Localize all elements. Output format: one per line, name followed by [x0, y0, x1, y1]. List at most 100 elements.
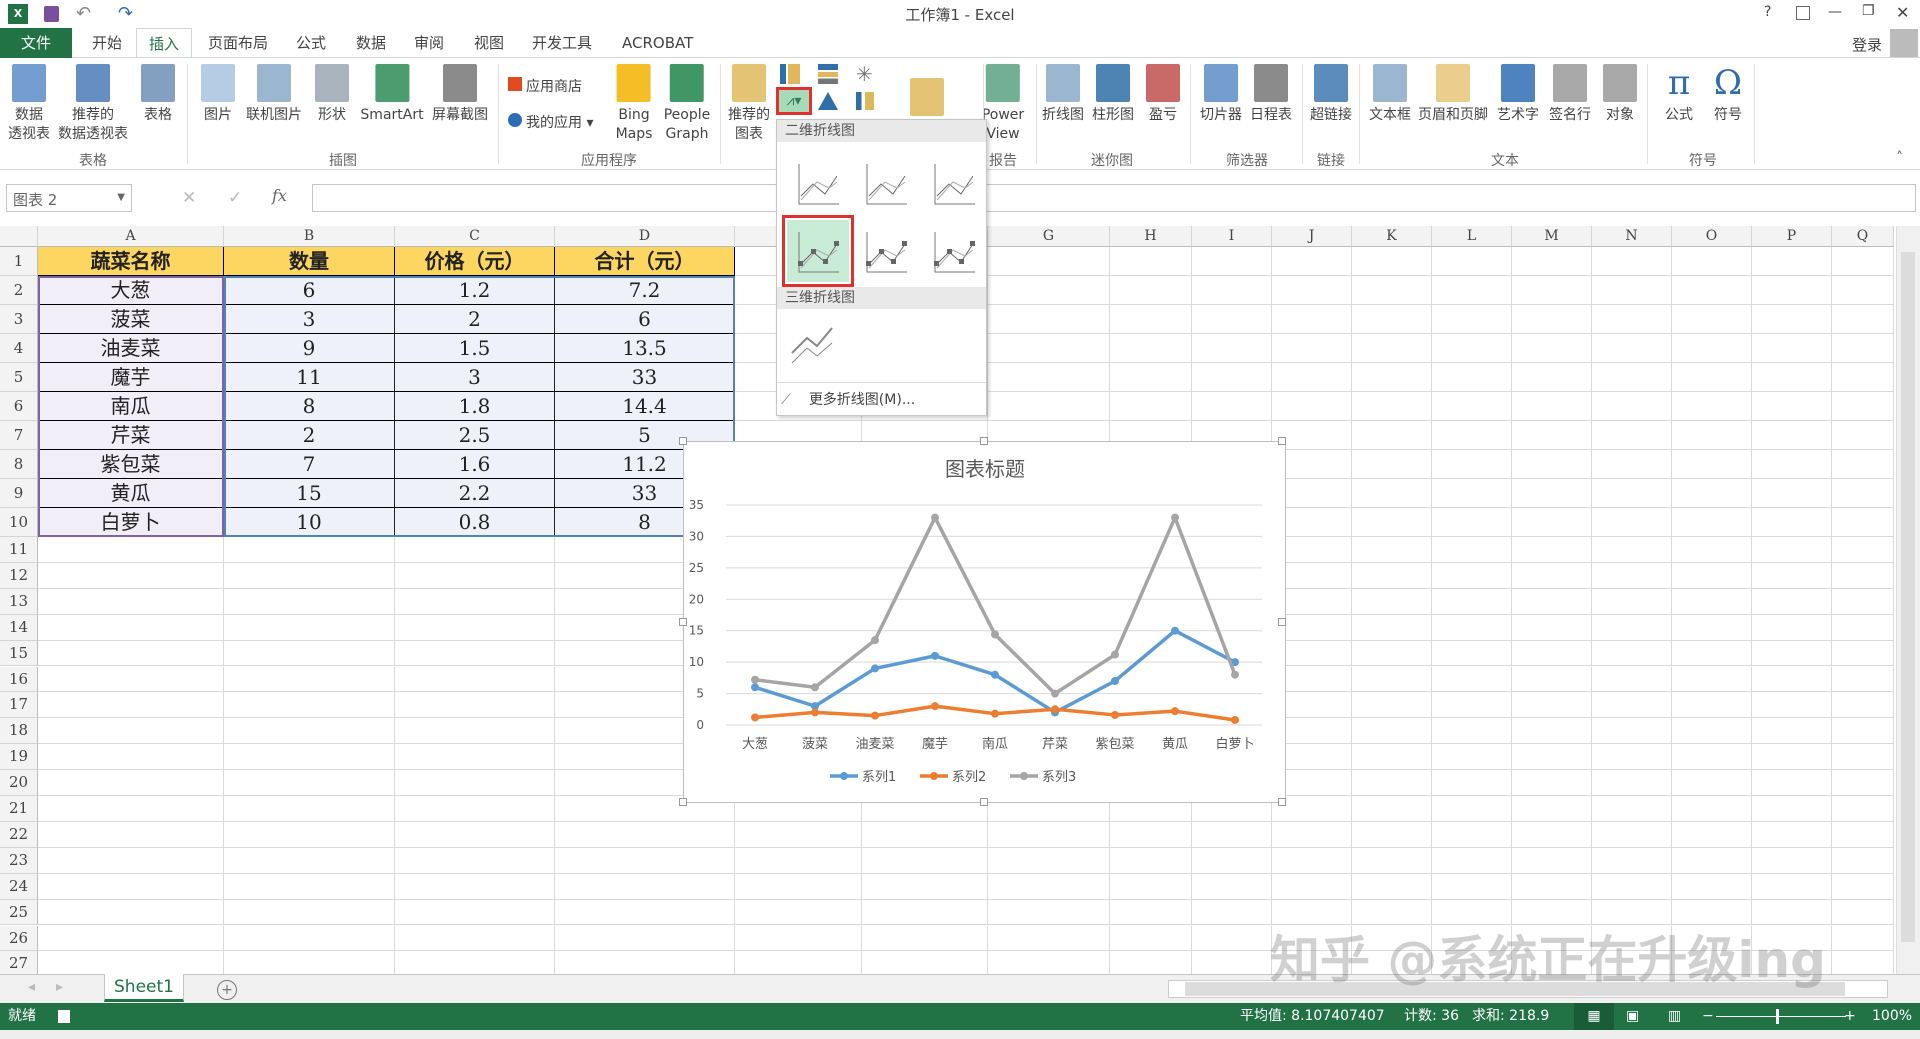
cell[interactable]: [1512, 640, 1592, 667]
cell[interactable]: [1592, 363, 1672, 392]
cell[interactable]: [735, 951, 862, 974]
cell[interactable]: [224, 692, 395, 719]
cell[interactable]: [1752, 363, 1832, 392]
cell[interactable]: [1432, 247, 1512, 276]
cell[interactable]: [1110, 925, 1192, 952]
column-header-G[interactable]: G: [988, 226, 1110, 247]
column-header-D[interactable]: D: [555, 226, 735, 247]
ribbon-button-15[interactable]: 盈亏: [1146, 64, 1180, 125]
cell[interactable]: [38, 614, 224, 641]
cell[interactable]: [1110, 951, 1192, 974]
column-header-P[interactable]: P: [1752, 226, 1832, 247]
cell[interactable]: [1832, 692, 1894, 719]
cell[interactable]: [1432, 421, 1512, 450]
cell[interactable]: [224, 718, 395, 745]
login-link[interactable]: 登录: [1852, 34, 1882, 55]
cell[interactable]: [1352, 562, 1432, 589]
line-option-4[interactable]: [855, 220, 917, 282]
cell[interactable]: [395, 537, 555, 563]
cell[interactable]: [1752, 479, 1832, 508]
table-cell[interactable]: 1.2: [395, 276, 555, 305]
cell[interactable]: [555, 873, 735, 900]
cell[interactable]: [1432, 450, 1512, 479]
cell[interactable]: [1432, 718, 1512, 745]
column-chart-icon[interactable]: [780, 64, 800, 84]
scroll-thumb[interactable]: [1901, 252, 1915, 942]
ribbon-button-24[interactable]: π 公式: [1662, 64, 1696, 125]
row-header-2[interactable]: 2: [0, 276, 38, 305]
ribbon-button-8[interactable]: Bing Maps: [616, 64, 652, 144]
cell[interactable]: [1592, 744, 1672, 771]
cell[interactable]: [1752, 821, 1832, 848]
table-cell[interactable]: 油麦菜: [38, 334, 224, 363]
cell[interactable]: [1832, 588, 1894, 615]
cell[interactable]: [1672, 640, 1752, 667]
cell[interactable]: [988, 899, 1110, 926]
column-header-A[interactable]: A: [38, 226, 224, 247]
tab-data[interactable]: 数据: [344, 28, 398, 58]
cell[interactable]: [1832, 276, 1894, 305]
cell[interactable]: [1672, 770, 1752, 796]
cell[interactable]: [1512, 334, 1592, 363]
cell[interactable]: [395, 666, 555, 693]
ribbon-button-10[interactable]: 推荐的 图表: [728, 64, 770, 144]
cell[interactable]: [1192, 847, 1272, 874]
resize-handle[interactable]: [679, 437, 687, 445]
cell[interactable]: [1432, 479, 1512, 508]
cell[interactable]: [1110, 821, 1192, 848]
row-header-3[interactable]: 3: [0, 305, 38, 334]
cell[interactable]: [1110, 363, 1192, 392]
cell[interactable]: [1512, 562, 1592, 589]
cell[interactable]: [1592, 247, 1672, 276]
row-header-22[interactable]: 22: [0, 821, 38, 848]
cell[interactable]: [1832, 537, 1894, 563]
row-header-9[interactable]: 9: [0, 479, 38, 508]
cell[interactable]: [224, 588, 395, 615]
cell[interactable]: [1432, 305, 1512, 334]
cell[interactable]: [395, 847, 555, 874]
cell[interactable]: [1512, 614, 1592, 641]
cell[interactable]: [1592, 421, 1672, 450]
3d-line-option[interactable]: [787, 318, 837, 368]
ribbon-button-16[interactable]: 切片器: [1200, 64, 1242, 125]
cell[interactable]: [1352, 873, 1432, 900]
cell[interactable]: [988, 247, 1110, 276]
ribbon-button-20[interactable]: 页眉和页脚: [1418, 64, 1488, 125]
cell[interactable]: [1110, 873, 1192, 900]
column-header-M[interactable]: M: [1512, 226, 1592, 247]
cell[interactable]: [1352, 421, 1432, 450]
line-option-5[interactable]: [923, 220, 985, 282]
row-header-23[interactable]: 23: [0, 847, 38, 874]
row-header-25[interactable]: 25: [0, 899, 38, 926]
cell[interactable]: [1192, 821, 1272, 848]
row-header-18[interactable]: 18: [0, 718, 38, 745]
cell[interactable]: [395, 951, 555, 974]
cell[interactable]: [1512, 821, 1592, 848]
column-header-I[interactable]: I: [1192, 226, 1272, 247]
cell[interactable]: [1672, 363, 1752, 392]
cell[interactable]: [1832, 873, 1894, 900]
cell[interactable]: [1672, 562, 1752, 589]
cell[interactable]: [1592, 640, 1672, 667]
table-cell[interactable]: 0.8: [395, 508, 555, 537]
cell[interactable]: [1432, 562, 1512, 589]
cell[interactable]: [1752, 537, 1832, 563]
cell[interactable]: [1592, 450, 1672, 479]
cell[interactable]: [862, 821, 988, 848]
column-header-C[interactable]: C: [395, 226, 555, 247]
cell[interactable]: [1832, 925, 1894, 952]
cell[interactable]: [1672, 588, 1752, 615]
cell[interactable]: [1832, 770, 1894, 796]
cell[interactable]: [224, 640, 395, 667]
cell[interactable]: [1432, 744, 1512, 771]
row-header-26[interactable]: 26: [0, 925, 38, 952]
ribbon-button-0[interactable]: 数据 透视表: [8, 64, 50, 144]
cell[interactable]: [1752, 392, 1832, 421]
cell[interactable]: [1512, 537, 1592, 563]
tab-view[interactable]: 视图: [462, 28, 516, 58]
resize-handle[interactable]: [679, 798, 687, 806]
cell[interactable]: [224, 925, 395, 952]
table-header-cell[interactable]: 数量: [224, 247, 395, 276]
avatar[interactable]: [1890, 29, 1918, 57]
cell[interactable]: [224, 744, 395, 771]
